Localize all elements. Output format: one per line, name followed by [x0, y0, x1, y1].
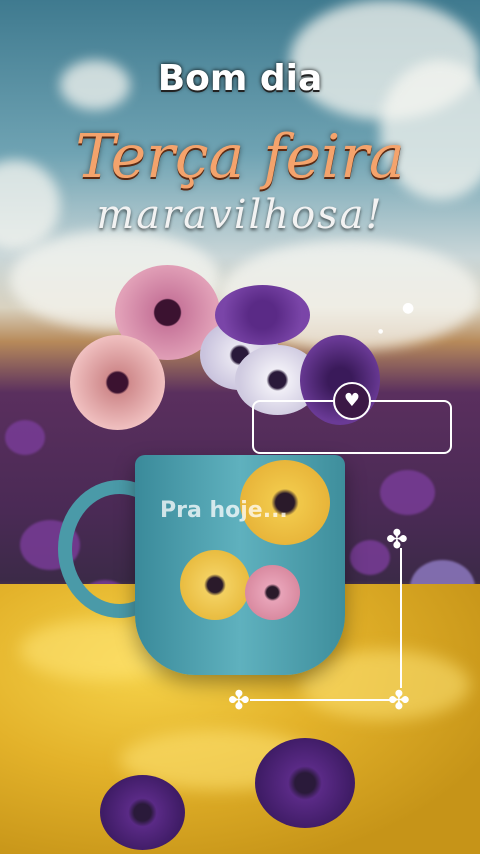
- sparkle-icon: ●: [402, 300, 415, 316]
- field-flower: [350, 540, 390, 575]
- field-flower: [380, 470, 435, 515]
- floral-ornament-icon: ✤: [228, 686, 250, 716]
- greeting-text: Bom dia: [157, 58, 323, 99]
- pansy-flower: [255, 738, 355, 828]
- greeting-card: Bom dia Terça feira maravilhosa! ● ● ♥ P…: [0, 0, 480, 854]
- frame-line-vertical: [400, 548, 402, 688]
- cloth-fold: [300, 650, 470, 720]
- caption-text: Pra hoje...: [160, 498, 288, 523]
- pansy-flower: [215, 285, 310, 345]
- floral-ornament-icon: ✤: [388, 686, 410, 716]
- adjective-text: maravilhosa!: [96, 192, 384, 238]
- day-title: Terça feira: [75, 122, 405, 192]
- pansy-flower: [70, 335, 165, 430]
- pansy-flower: [245, 565, 300, 620]
- field-flower: [5, 420, 45, 455]
- frame-line-horizontal: [250, 699, 395, 701]
- sparkle-icon: ●: [378, 328, 384, 335]
- pansy-flower: [100, 775, 185, 850]
- pansy-flower: [180, 550, 250, 620]
- floral-ornament-icon: ✤: [386, 525, 408, 555]
- heart-icon: ♥: [333, 382, 371, 420]
